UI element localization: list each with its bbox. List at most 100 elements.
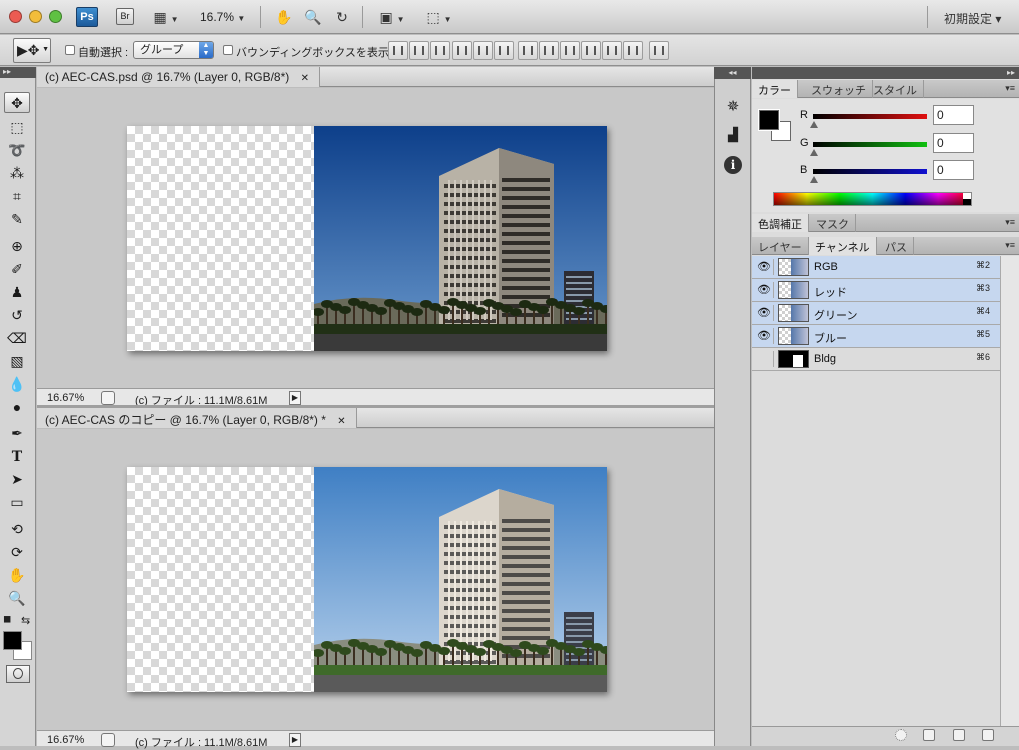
red-value-input[interactable]: 0 (933, 105, 974, 125)
green-slider-track[interactable] (813, 142, 927, 147)
auto-select-checkbox[interactable] (65, 45, 75, 55)
channel-row[interactable]: 👁 レッド ⌘3 (752, 279, 1000, 302)
foreground-color-swatch[interactable] (3, 631, 22, 650)
new-channel-icon[interactable] (953, 729, 965, 741)
tab-channels[interactable]: チャンネル (809, 237, 877, 255)
align-distribute-button[interactable] (602, 41, 622, 60)
zoom-level-dropdown[interactable]: 16.7% ▼ (200, 10, 245, 24)
document-canvas[interactable] (127, 126, 607, 351)
status-menu-arrow[interactable]: ▶ (289, 733, 301, 747)
close-icon[interactable]: ✕ (337, 416, 345, 427)
channel-row[interactable]: 👁 グリーン ⌘4 (752, 302, 1000, 325)
document-tab[interactable]: (c) AEC-CAS のコピー @ 16.7% (Layer 0, RGB/8… (37, 408, 357, 428)
crop-tool[interactable]: ⌗ (4, 186, 30, 207)
3d-orbit-tool[interactable]: ⟳ (4, 542, 30, 563)
eraser-tool[interactable]: ⌫ (4, 328, 30, 349)
swap-colors-icon[interactable]: ⇆ (21, 614, 30, 627)
align-distribute-button[interactable] (452, 41, 472, 60)
history-brush-tool[interactable]: ↺ (4, 305, 30, 326)
type-tool[interactable]: T (4, 446, 30, 467)
zoom-window-button[interactable] (49, 10, 62, 23)
close-icon[interactable]: ✕ (301, 73, 309, 84)
tab-color[interactable]: カラー (752, 80, 798, 98)
panel-menu-icon[interactable]: ▾≡ (1005, 83, 1015, 94)
navigator-panel-button[interactable]: ✵ (722, 96, 744, 118)
clone-stamp-tool[interactable]: ♟ (4, 282, 30, 303)
blue-slider-track[interactable] (813, 169, 927, 174)
align-distribute-button[interactable] (581, 41, 601, 60)
align-distribute-button[interactable] (539, 41, 559, 60)
visibility-eye-icon[interactable]: 👁 (755, 282, 774, 298)
panel-dock-header[interactable]: ▸▸ (752, 67, 1019, 79)
pen-tool[interactable]: ✒ (4, 423, 30, 444)
tab-swatches[interactable]: スウォッチ (805, 80, 873, 98)
channel-row[interactable]: 👁 RGB ⌘2 (752, 256, 1000, 279)
quick-mask-button[interactable] (6, 665, 30, 683)
align-distribute-button[interactable] (473, 41, 493, 60)
screen-mode-button[interactable]: ⬚ ▼ (422, 8, 456, 26)
color-spectrum-ramp[interactable] (773, 192, 972, 206)
green-slider-handle[interactable] (810, 149, 818, 156)
blue-slider-handle[interactable] (810, 176, 818, 183)
blue-value-input[interactable]: 0 (933, 160, 974, 180)
green-value-input[interactable]: 0 (933, 133, 974, 153)
zoom-tool[interactable]: 🔍 (4, 588, 30, 609)
align-distribute-button[interactable] (388, 41, 408, 60)
zoom-tool-button[interactable]: 🔍 (302, 8, 324, 26)
visibility-eye-icon[interactable]: 👁 (755, 259, 774, 275)
view-extras-button[interactable]: ▦ ▼ (151, 8, 181, 26)
red-slider-handle[interactable] (810, 121, 818, 128)
align-distribute-button[interactable] (409, 41, 429, 60)
bounding-box-checkbox[interactable] (223, 45, 233, 55)
hand-tool-button[interactable]: ✋ (273, 8, 295, 26)
path-selection-tool[interactable]: ➤ (4, 469, 30, 490)
dock-collapse-header[interactable]: ◂◂ (714, 67, 751, 79)
quick-selection-tool[interactable]: ⁂ (4, 163, 30, 184)
dodge-tool[interactable]: ● (4, 397, 30, 418)
panel-menu-icon[interactable]: ▾≡ (1005, 240, 1015, 251)
minimize-window-button[interactable] (29, 10, 42, 23)
status-info-icon[interactable] (101, 391, 115, 405)
foreground-color-swatch[interactable] (758, 109, 780, 131)
blur-tool[interactable]: 💧 (4, 374, 30, 395)
visibility-eye-icon[interactable]: 👁 (755, 305, 774, 321)
tab-layers[interactable]: レイヤー (752, 237, 809, 255)
3d-rotate-tool[interactable]: ⟲ (4, 519, 30, 540)
tab-paths[interactable]: パス (879, 237, 914, 255)
status-menu-arrow[interactable]: ▶ (289, 391, 301, 405)
histogram-panel-button[interactable]: ▟ (722, 124, 744, 146)
channels-scrollbar[interactable] (1000, 256, 1019, 726)
canvas-area[interactable] (37, 429, 714, 730)
status-zoom-value[interactable]: 16.67% (47, 392, 84, 404)
move-tool[interactable]: ✥ (4, 92, 30, 113)
align-distribute-button[interactable] (649, 41, 669, 60)
canvas-area[interactable] (37, 88, 714, 388)
shape-tool[interactable]: ▭ (4, 492, 30, 513)
align-distribute-button[interactable] (560, 41, 580, 60)
align-distribute-button[interactable] (623, 41, 643, 60)
document-tab[interactable]: (c) AEC-CAS.psd @ 16.7% (Layer 0, RGB/8*… (37, 67, 320, 87)
align-distribute-button[interactable] (494, 41, 514, 60)
channel-row[interactable]: 👁 ブルー ⌘5 (752, 325, 1000, 348)
tool-preset-picker[interactable]: ▶✥ ▼ (13, 38, 51, 63)
hand-tool[interactable]: ✋ (4, 565, 30, 586)
info-panel-button[interactable]: i (722, 154, 744, 176)
launch-bridge-button[interactable]: Br (116, 8, 134, 25)
eyedropper-tool[interactable]: ✎ (4, 209, 30, 230)
status-zoom-value[interactable]: 16.67% (47, 734, 84, 746)
trash-icon[interactable] (982, 729, 994, 741)
workspace-switcher[interactable]: 初期設定 ▾ (944, 10, 1001, 27)
document-canvas[interactable] (127, 467, 607, 692)
close-window-button[interactable] (9, 10, 22, 23)
marquee-tool[interactable]: ⬚ (4, 117, 30, 138)
load-channel-as-selection-icon[interactable] (895, 729, 907, 741)
channel-row[interactable]: Bldg ⌘6 (752, 348, 1000, 371)
black-white-ramp[interactable] (963, 193, 971, 205)
red-slider-track[interactable] (813, 114, 927, 119)
brush-tool[interactable]: ✐ (4, 259, 30, 280)
panel-menu-icon[interactable]: ▾≡ (1005, 217, 1015, 228)
gradient-tool[interactable]: ▧ (4, 351, 30, 372)
arrange-documents-button[interactable]: ▣ ▼ (375, 8, 409, 26)
tab-styles[interactable]: スタイル (867, 80, 924, 98)
align-distribute-button[interactable] (518, 41, 538, 60)
